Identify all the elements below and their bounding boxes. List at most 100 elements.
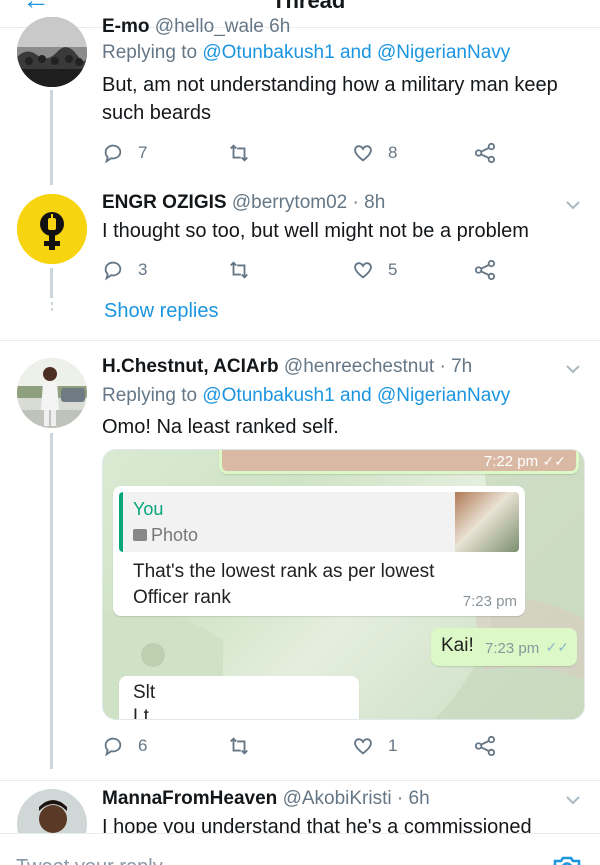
reply-button[interactable]: 3	[102, 257, 147, 283]
display-name[interactable]: ENGR OZIGIS	[102, 192, 227, 213]
thread-line	[50, 90, 53, 185]
mention-link[interactable]: @Otunbakush1	[202, 42, 334, 63]
like-button[interactable]: 8	[352, 140, 397, 166]
avatar[interactable]	[17, 789, 87, 833]
retweet-button[interactable]	[228, 733, 264, 759]
retweet-button[interactable]	[228, 140, 264, 166]
tweet-header: H.Chestnut, ACIArb @henreechestnut · 7h	[102, 356, 472, 378]
tweet-1[interactable]: E-mo @hello_wale 6h Replying to @Otunbak…	[0, 0, 600, 190]
chat-message-line: That's the lowest rank as per lowest	[133, 561, 435, 582]
reply-icon	[104, 261, 122, 281]
reply-composer[interactable]: Tweet your reply	[0, 833, 600, 865]
retweet-icon	[230, 144, 248, 162]
double-check-icon: ✓✓	[542, 453, 566, 469]
chat-bubble-incoming: You Photo That's the lowest rank as per …	[113, 486, 525, 616]
tweet-time: 6h	[408, 788, 430, 809]
reply-count: 6	[138, 736, 148, 755]
share-button[interactable]	[474, 733, 496, 759]
retweet-icon	[230, 737, 248, 755]
like-count: 1	[388, 736, 398, 755]
mention-link[interactable]: @Otunbakush1	[202, 385, 334, 406]
replying-and: and	[334, 385, 377, 406]
chevron-down-icon[interactable]	[564, 360, 582, 378]
avatar[interactable]	[17, 358, 87, 428]
reply-count: 3	[138, 260, 148, 279]
chat-bubble-incoming: Slt Lt	[119, 676, 359, 720]
mention-link[interactable]: @NigerianNavy	[377, 385, 510, 406]
heart-icon	[354, 262, 372, 279]
mention-link[interactable]: @NigerianNavy	[377, 42, 510, 63]
chevron-down-icon[interactable]	[564, 791, 582, 809]
display-name[interactable]: MannaFromHeaven	[102, 788, 277, 809]
reply-input[interactable]: Tweet your reply	[16, 856, 163, 865]
share-icon	[474, 735, 496, 757]
thread-line	[50, 433, 53, 769]
tweet-time: 8h	[364, 192, 386, 213]
dot-separator: ·	[396, 788, 404, 809]
tweet-image[interactable]: 7:22 pm ✓✓ You Photo That's the lowest r…	[102, 449, 585, 720]
like-count: 5	[388, 260, 398, 279]
reply-button[interactable]: 7	[102, 140, 147, 166]
retweet-button[interactable]	[228, 257, 264, 283]
display-name[interactable]: H.Chestnut, ACIArb	[102, 356, 279, 377]
user-handle[interactable]: @hello_wale	[155, 16, 264, 37]
display-name[interactable]: E-mo	[102, 16, 150, 37]
reply-icon	[104, 144, 122, 164]
user-handle[interactable]: @AkobiKristi	[283, 788, 392, 809]
avatar[interactable]	[17, 194, 87, 264]
tweet-4[interactable]: MannaFromHeaven @AkobiKristi · 6h I hope…	[0, 781, 600, 833]
reply-button[interactable]: 6	[102, 733, 147, 759]
tweet-2[interactable]: ENGR OZIGIS @berrytom02 · 8h I thought s…	[0, 190, 600, 340]
like-button[interactable]: 1	[352, 733, 397, 759]
tweet-actions: 6 1	[102, 733, 502, 759]
tweet-text: I hope you understand that he's a commis…	[102, 816, 532, 833]
thread-dots	[51, 302, 53, 314]
avatar[interactable]	[17, 17, 87, 87]
share-icon	[474, 142, 496, 164]
reply-icon	[104, 737, 122, 757]
chat-time: 7:23 pm	[485, 640, 540, 657]
tweet-actions: 3 5	[102, 257, 502, 283]
dot-separator: ·	[352, 192, 359, 213]
chat-message-line: Officer rank	[133, 587, 231, 608]
replying-prefix: Replying to	[102, 42, 203, 63]
chat-bubble-outgoing: Kai! 7:23 pm ✓✓	[431, 628, 577, 666]
heart-icon	[354, 145, 372, 162]
chat-time: 7:23 pm	[462, 593, 517, 610]
like-count: 8	[388, 143, 398, 162]
quote-thumbnail	[455, 492, 519, 552]
tweet-header: MannaFromHeaven @AkobiKristi · 6h	[102, 788, 430, 810]
quoted-message: You Photo	[119, 492, 519, 552]
camera-icon[interactable]	[552, 854, 582, 865]
tweet-time: 7h	[451, 356, 473, 377]
share-icon	[474, 259, 496, 281]
replying-to: Replying to @Otunbakush1 and @NigerianNa…	[102, 42, 510, 64]
share-button[interactable]	[474, 257, 496, 283]
tweet-time: 6h	[269, 16, 291, 37]
replying-and: and	[334, 42, 377, 63]
share-button[interactable]	[474, 140, 496, 166]
chat-message-line: Slt	[133, 682, 156, 703]
replying-prefix: Replying to	[102, 385, 203, 406]
like-button[interactable]: 5	[352, 257, 397, 283]
quote-type: Photo	[133, 525, 198, 546]
chat-message-text: Kai!	[441, 635, 474, 656]
chat-message-line: Lt	[133, 706, 149, 720]
heart-icon	[354, 738, 372, 755]
tweet-text: But, am not understanding how a military…	[102, 74, 558, 124]
dot-separator: ·	[439, 356, 446, 377]
chevron-down-icon[interactable]	[564, 196, 582, 214]
chat-bubble-outgoing: 7:22 pm ✓✓	[219, 450, 579, 474]
tweet-text: I thought so too, but well might not be …	[102, 220, 529, 242]
tweet-actions: 7 8	[102, 140, 502, 166]
user-handle[interactable]: @henreechestnut	[284, 356, 434, 377]
quote-type-label: Photo	[151, 525, 199, 545]
show-replies-link[interactable]: Show replies	[104, 300, 219, 323]
tweet-text: Omo! Na least ranked self.	[102, 416, 339, 438]
double-check-icon: ✓✓	[545, 639, 569, 655]
tweet-header: E-mo @hello_wale 6h	[102, 16, 290, 38]
chat-time: 7:22 pm	[483, 453, 539, 470]
chat-timestamp: 7:22 pm ✓✓	[484, 453, 566, 471]
user-handle[interactable]: @berrytom02	[232, 192, 347, 213]
tweet-header: ENGR OZIGIS @berrytom02 · 8h	[102, 192, 385, 214]
